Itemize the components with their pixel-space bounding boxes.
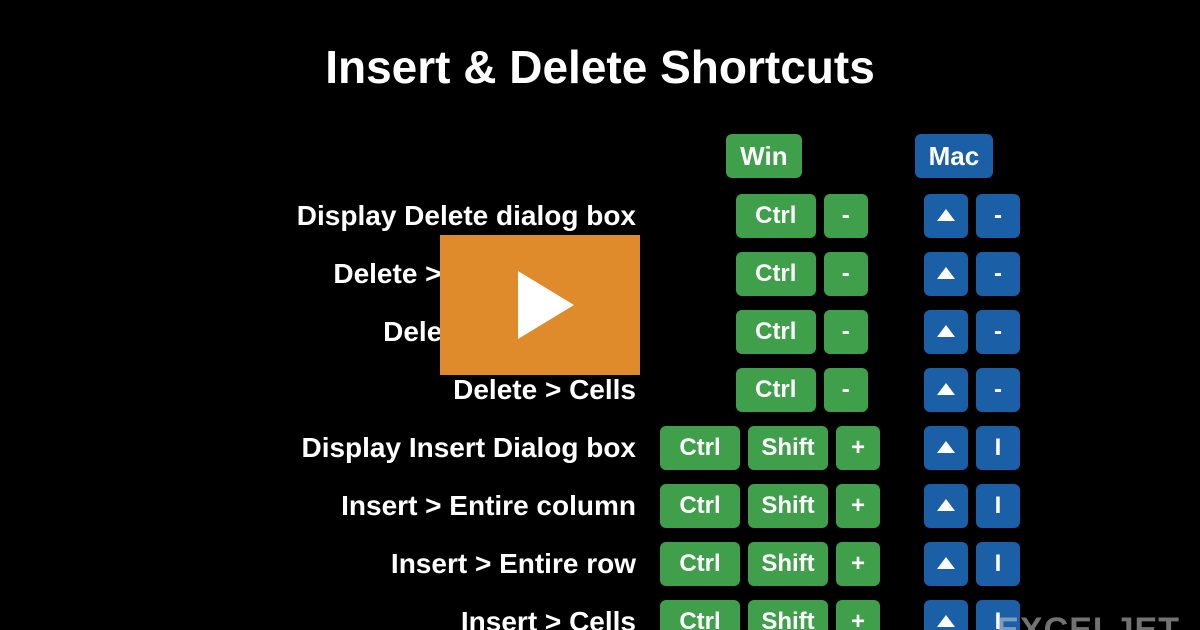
key-ctrl: Ctrl <box>736 252 816 296</box>
key-ctrl: Ctrl <box>736 310 816 354</box>
control-icon <box>937 325 955 337</box>
header-win: Win <box>726 134 801 178</box>
key-shift: Shift <box>748 484 828 528</box>
key-^ <box>924 310 968 354</box>
mac-keys: - <box>888 310 1020 354</box>
key--: - <box>824 310 868 354</box>
win-keys: Ctrl- <box>660 252 868 296</box>
shortcut-label: Delete > Cells <box>140 374 660 406</box>
header-mac: Mac <box>915 134 994 178</box>
shortcut-table: . Win Mac Display Delete dialog boxCtrl-… <box>140 130 1020 630</box>
play-button[interactable] <box>440 235 640 375</box>
shortcut-label: Insert > Cells <box>140 606 660 630</box>
key-^ <box>924 252 968 296</box>
mac-keys: I <box>900 426 1020 470</box>
key-^ <box>924 542 968 586</box>
mac-keys: - <box>888 252 1020 296</box>
control-icon <box>937 441 955 453</box>
win-keys: CtrlShift+ <box>660 484 880 528</box>
mac-keys: - <box>888 194 1020 238</box>
control-icon <box>937 267 955 279</box>
win-keys: CtrlShift+ <box>660 542 880 586</box>
control-icon <box>937 383 955 395</box>
key-+: + <box>836 484 880 528</box>
key-+: + <box>836 600 880 630</box>
key-ctrl: Ctrl <box>736 194 816 238</box>
key--: - <box>976 368 1020 412</box>
shortcut-label: Display Insert Dialog box <box>140 432 660 464</box>
table-row: Display Insert Dialog boxCtrlShift+ I <box>140 420 1020 476</box>
key-ctrl: Ctrl <box>660 542 740 586</box>
key-+: + <box>836 426 880 470</box>
table-row: Insert > Entire rowCtrlShift+ I <box>140 536 1020 592</box>
key-shift: Shift <box>748 600 828 630</box>
key--: - <box>976 194 1020 238</box>
header-row: . Win Mac <box>140 130 1020 182</box>
shortcut-label: Insert > Entire row <box>140 548 660 580</box>
key-ctrl: Ctrl <box>660 484 740 528</box>
key--: - <box>824 252 868 296</box>
key-ctrl: Ctrl <box>736 368 816 412</box>
page-title: Insert & Delete Shortcuts <box>0 40 1200 94</box>
key-^ <box>924 600 968 630</box>
key-i: I <box>976 484 1020 528</box>
win-keys: Ctrl- <box>660 368 868 412</box>
key--: - <box>976 310 1020 354</box>
table-row: Insert > CellsCtrlShift+I <box>140 594 1020 630</box>
key-^ <box>924 484 968 528</box>
key-^ <box>924 368 968 412</box>
win-keys: Ctrl- <box>660 194 868 238</box>
key-+: + <box>836 542 880 586</box>
key--: - <box>824 368 868 412</box>
shortcut-label: Insert > Entire column <box>140 490 660 522</box>
control-icon <box>937 615 955 627</box>
key-i: I <box>976 426 1020 470</box>
key-^ <box>924 194 968 238</box>
control-icon <box>937 557 955 569</box>
shortcut-label: Display Delete dialog box <box>140 200 660 232</box>
control-icon <box>937 499 955 511</box>
key--: - <box>976 252 1020 296</box>
mac-keys: I <box>900 542 1020 586</box>
win-keys: CtrlShift+ <box>660 426 880 470</box>
win-keys: Ctrl- <box>660 310 868 354</box>
brand-watermark: EXCELJET <box>996 611 1180 630</box>
key-ctrl: Ctrl <box>660 600 740 630</box>
key-shift: Shift <box>748 542 828 586</box>
control-icon <box>937 209 955 221</box>
key-i: I <box>976 542 1020 586</box>
mac-keys: - <box>888 368 1020 412</box>
key-^ <box>924 426 968 470</box>
win-keys: Ctrl Shift + <box>660 600 880 630</box>
play-icon <box>518 271 574 339</box>
key-ctrl: Ctrl <box>660 426 740 470</box>
table-row: Insert > Entire columnCtrlShift+ I <box>140 478 1020 534</box>
key-shift: Shift <box>748 426 828 470</box>
mac-keys: I <box>900 484 1020 528</box>
key--: - <box>824 194 868 238</box>
